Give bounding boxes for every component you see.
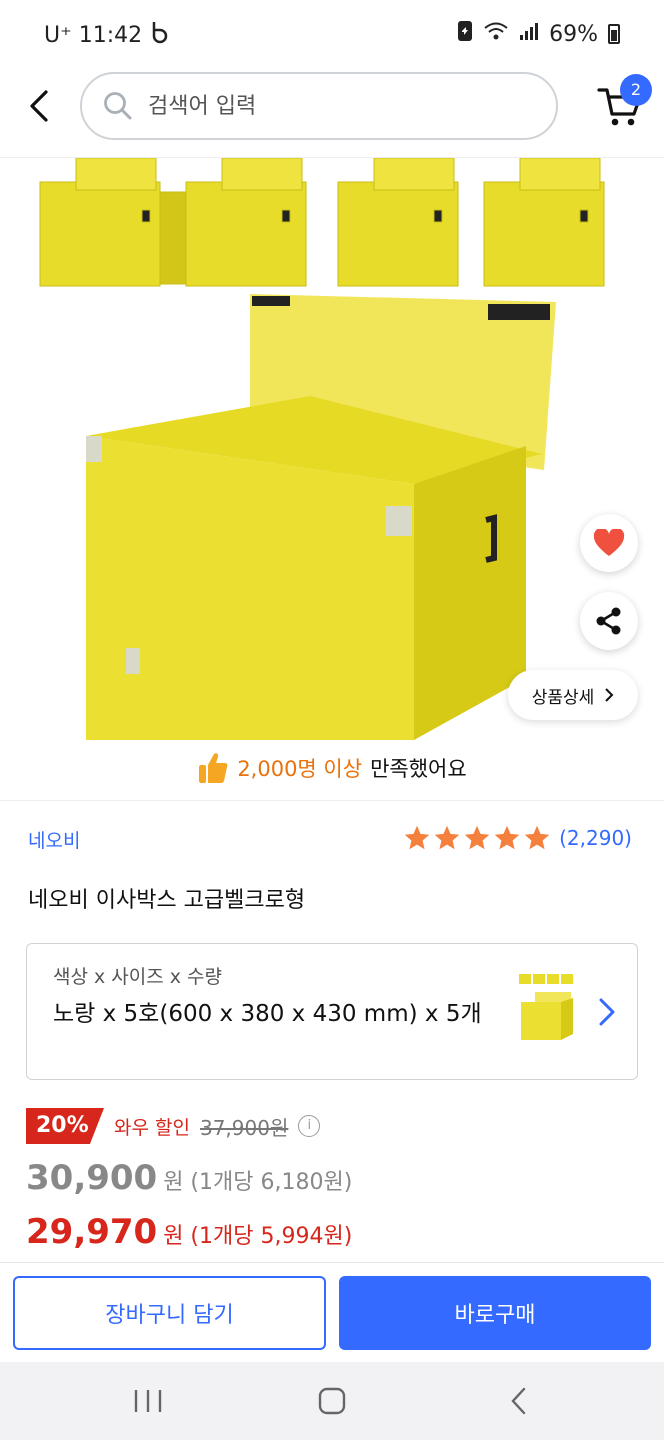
sale-price: 30,900 [26, 1158, 158, 1198]
star-icon [464, 825, 490, 850]
satisfaction-count: 2,000명 이상 [237, 757, 363, 781]
signal-icon [519, 21, 539, 47]
add-to-cart-button[interactable]: 장바구니 담기 [13, 1276, 326, 1350]
star-icon [494, 825, 520, 850]
system-back-button[interactable] [500, 1384, 540, 1418]
thumbs-up-icon [199, 753, 228, 783]
share-icon [596, 607, 621, 635]
system-nav-bar [0, 1362, 664, 1440]
discount-badge: 20% [26, 1108, 104, 1144]
status-bar: U⁺ 11:42 69% [0, 0, 664, 70]
battery-icon [608, 24, 620, 44]
top-header [0, 70, 664, 158]
rating[interactable]: (2,290) [403, 824, 632, 852]
buy-now-button[interactable]: 바로구매 [339, 1276, 651, 1350]
recent-apps-button[interactable] [128, 1384, 168, 1418]
wifi-icon [483, 21, 509, 47]
satisfaction-banner: 2,000명 이상 만족했어요 [0, 746, 664, 790]
bottom-action-bar: 장바구니 담기 바로구매 [0, 1262, 664, 1362]
chevron-right-icon [599, 998, 615, 1026]
satisfaction-suffix: 만족했어요 [370, 757, 467, 781]
wow-price: 29,970 [26, 1212, 158, 1252]
yellow-box-image [39, 158, 605, 740]
product-image[interactable] [0, 158, 664, 740]
star-icon [524, 825, 550, 850]
favorite-button[interactable] [580, 514, 638, 572]
rating-count: (2,290) [559, 826, 632, 850]
back-arrow-icon [30, 90, 48, 122]
star-icon [404, 825, 430, 850]
battery-percent: 69% [549, 21, 598, 47]
search-bar[interactable] [80, 72, 558, 140]
search-input[interactable] [148, 93, 508, 119]
wow-price-row: 29,970 원 (1개당 5,994원) [26, 1212, 352, 1252]
option-value: 노랑 x 5호(600 x 380 x 430 mm) x 5개 [53, 1001, 482, 1027]
chevron-right-icon [605, 688, 614, 702]
option-selector[interactable]: 색상 x 사이즈 x 수량 노랑 x 5호(600 x 380 x 430 mm… [26, 943, 638, 1080]
option-label: 색상 x 사이즈 x 수량 [53, 966, 223, 988]
product-detail-button[interactable]: 상품상세 [508, 670, 638, 720]
back-button[interactable] [20, 86, 60, 126]
recent-apps-icon [134, 1390, 162, 1412]
original-price: 37,900원 [199, 1115, 289, 1140]
share-button[interactable] [580, 592, 638, 650]
product-detail-label: 상품상세 [531, 687, 595, 708]
heart-icon [593, 529, 625, 556]
star-icon [434, 825, 460, 850]
home-icon [318, 1387, 346, 1415]
option-thumbnail [519, 974, 573, 1040]
back-icon [511, 1387, 526, 1415]
sale-price-unit: 원 (1개당 6,180원) [163, 1170, 353, 1195]
status-time: U⁺ 11:42 [44, 22, 143, 48]
divider [0, 800, 664, 801]
cart-count-badge: 2 [620, 74, 652, 106]
discount-row: 20% 와우 할인 37,900원 i [26, 1108, 321, 1144]
search-icon [104, 92, 132, 120]
sale-price-row: 30,900 원 (1개당 6,180원) [26, 1158, 352, 1198]
wow-discount-label: 와우 할인 [114, 1116, 190, 1139]
product-title: 네오비 이사박스 고급벨크로형 [28, 888, 306, 913]
brand-link[interactable]: 네오비 [28, 826, 80, 853]
battery-saver-icon [457, 20, 473, 48]
info-icon[interactable]: i [298, 1115, 321, 1137]
wow-price-unit: 원 (1개당 5,994원) [163, 1224, 353, 1249]
home-button[interactable] [312, 1384, 352, 1418]
app-notification-icon [150, 20, 172, 50]
